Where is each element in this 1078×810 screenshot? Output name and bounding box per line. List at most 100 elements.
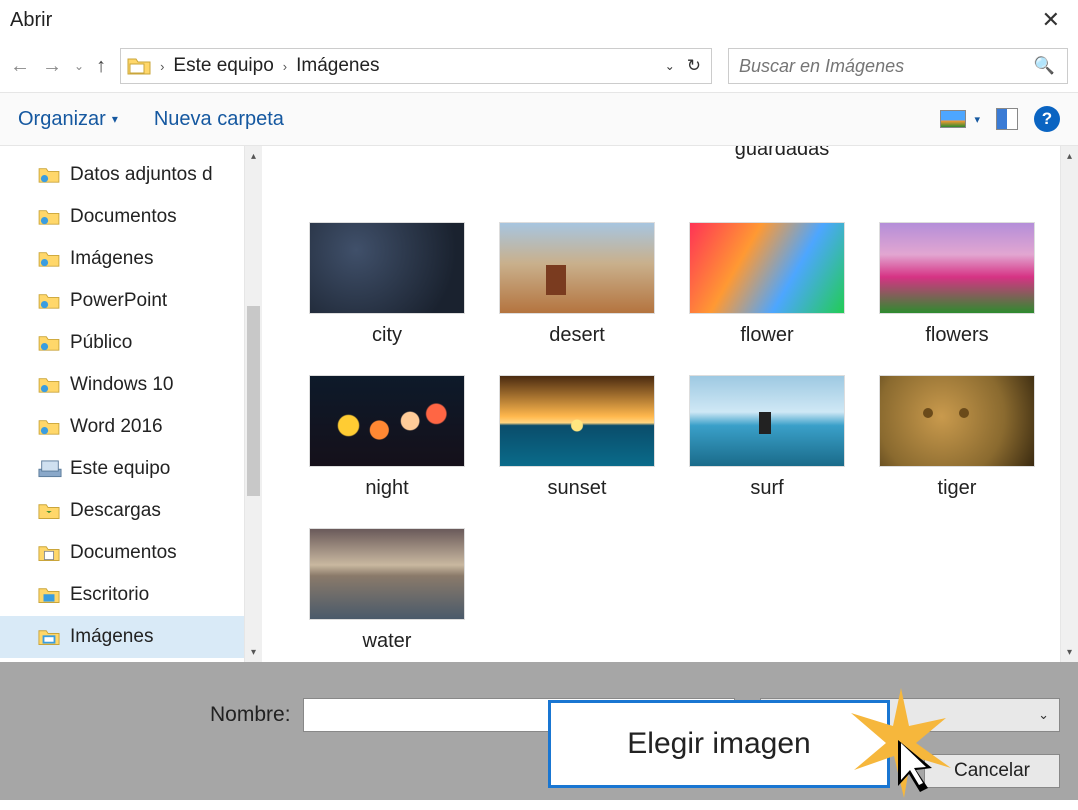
folder-icon <box>38 166 60 184</box>
breadcrumb-seg[interactable]: Este equipo <box>173 55 273 77</box>
sidebar-item[interactable]: Word 2016 <box>38 406 262 448</box>
chevron-down-icon: ⌄ <box>1038 707 1049 723</box>
address-bar[interactable]: › Este equipo › Imágenes ⌄ ↻ <box>120 48 712 84</box>
preview-pane-icon[interactable] <box>996 108 1018 130</box>
cancel-label: Cancelar <box>954 760 1030 782</box>
file-label: water <box>363 630 412 653</box>
breadcrumb-seg[interactable]: Imágenes <box>296 55 379 77</box>
sidebar-scrollbar[interactable]: ▴ ▾ <box>244 146 262 662</box>
tooltip-label: Elegir imagen <box>627 727 810 761</box>
file-label: night <box>365 477 408 500</box>
forward-arrow-icon[interactable]: → <box>42 55 62 78</box>
content-scrollbar[interactable]: ▴ ▾ <box>1060 146 1078 662</box>
address-right: ⌄ ↻ <box>655 56 711 76</box>
history-dropdown-icon[interactable]: ⌄ <box>74 59 84 73</box>
scroll-down-icon[interactable]: ▾ <box>245 642 262 662</box>
sidebar-item-label: Documentos <box>70 542 177 564</box>
sidebar-item-label: Windows 10 <box>70 374 174 396</box>
organize-button[interactable]: Organizar ▾ <box>18 108 118 131</box>
chevron-down-icon[interactable]: ⌄ <box>665 59 675 73</box>
file-item[interactable]: surf <box>672 375 862 500</box>
file-item[interactable]: tiger <box>862 375 1052 500</box>
titlebar: Abrir ✕ <box>0 0 1078 40</box>
cursor-highlight-icon <box>846 688 956 798</box>
organize-label: Organizar <box>18 108 106 131</box>
file-label: flower <box>740 324 793 347</box>
file-thumbnail <box>499 375 655 467</box>
name-label: Nombre: <box>210 703 291 727</box>
sidebar-item[interactable]: Público <box>38 322 262 364</box>
sidebar-item[interactable]: Imágenes <box>38 238 262 280</box>
new-folder-button[interactable]: Nueva carpeta <box>154 108 284 131</box>
scroll-up-icon[interactable]: ▴ <box>1061 146 1078 166</box>
folder-icon <box>38 292 60 310</box>
file-item[interactable]: city <box>292 222 482 347</box>
file-thumbnail <box>499 222 655 314</box>
sidebar-item-label: Público <box>70 332 132 354</box>
file-content-area: guardadas city desert flower flowers nig… <box>262 146 1078 662</box>
sidebar-item-label: Descargas <box>70 500 161 522</box>
sidebar-item[interactable]: Datos adjuntos d <box>38 154 262 196</box>
sidebar-header-thispc[interactable]: Este equipo <box>16 448 262 490</box>
up-arrow-icon[interactable]: ↑ <box>96 55 106 78</box>
file-label: flowers <box>925 324 988 347</box>
scroll-thumb[interactable] <box>247 306 260 496</box>
folder-icon <box>38 376 60 394</box>
file-item[interactable]: flowers <box>862 222 1052 347</box>
sidebar-item-label: Word 2016 <box>70 416 163 438</box>
chevron-down-icon: ▾ <box>974 113 980 126</box>
sidebar-item[interactable]: Documentos <box>38 196 262 238</box>
file-label: city <box>372 324 402 347</box>
folder-icon <box>38 208 60 226</box>
chevron-right-icon[interactable]: › <box>280 59 290 74</box>
file-item[interactable]: water <box>292 528 482 653</box>
search-input[interactable] <box>729 56 1022 77</box>
sidebar-item[interactable]: Windows 10 <box>38 364 262 406</box>
documents-icon <box>38 544 60 562</box>
folder-icon <box>38 418 60 436</box>
back-arrow-icon[interactable]: ← <box>10 55 30 78</box>
search-box[interactable]: 🔍 <box>728 48 1068 84</box>
close-icon[interactable]: ✕ <box>1032 3 1070 37</box>
sidebar-item-label: Datos adjuntos d <box>70 164 213 186</box>
sidebar-item-documents[interactable]: Documentos <box>38 532 262 574</box>
file-item[interactable]: night <box>292 375 482 500</box>
sidebar-item-label: Imágenes <box>70 248 153 270</box>
file-thumbnail <box>309 528 465 620</box>
file-thumbnail <box>689 375 845 467</box>
file-thumbnail <box>309 375 465 467</box>
downloads-icon <box>38 502 60 520</box>
chevron-down-icon: ▾ <box>112 112 118 126</box>
main-area: Datos adjuntos d Documentos Imágenes Pow… <box>0 146 1078 662</box>
sidebar-item-label: Escritorio <box>70 584 149 606</box>
picture-icon <box>940 110 966 128</box>
sidebar-item-label: PowerPoint <box>70 290 167 312</box>
sidebar-item[interactable]: PowerPoint <box>38 280 262 322</box>
nav-arrows: ← → ⌄ ↑ <box>10 55 106 78</box>
file-thumbnail <box>879 222 1035 314</box>
sidebar-item-downloads[interactable]: Descargas <box>38 490 262 532</box>
sidebar-item-desktop[interactable]: Escritorio <box>38 574 262 616</box>
file-thumbnail <box>309 222 465 314</box>
scroll-down-icon[interactable]: ▾ <box>1061 642 1078 662</box>
scroll-up-icon[interactable]: ▴ <box>245 146 262 166</box>
new-folder-label: Nueva carpeta <box>154 108 284 131</box>
file-label: surf <box>750 477 783 500</box>
folder-icon <box>38 334 60 352</box>
breadcrumb: › Este equipo › Imágenes <box>157 55 655 77</box>
window-title: Abrir <box>8 9 52 32</box>
view-mode-button[interactable]: ▾ <box>940 110 980 128</box>
chevron-right-icon[interactable]: › <box>157 59 167 74</box>
refresh-icon[interactable]: ↻ <box>687 56 701 76</box>
sidebar-item-label: Documentos <box>70 206 177 228</box>
file-label: tiger <box>938 477 977 500</box>
file-item[interactable]: desert <box>482 222 672 347</box>
search-icon[interactable]: 🔍 <box>1022 56 1067 76</box>
toolbar: Organizar ▾ Nueva carpeta ▾ ? <box>0 92 1078 146</box>
file-label: sunset <box>548 477 607 500</box>
sidebar-item-images[interactable]: Imágenes <box>0 616 262 658</box>
file-item[interactable]: sunset <box>482 375 672 500</box>
sidebar: Datos adjuntos d Documentos Imágenes Pow… <box>0 146 262 662</box>
help-icon[interactable]: ? <box>1034 106 1060 132</box>
file-item[interactable]: flower <box>672 222 862 347</box>
